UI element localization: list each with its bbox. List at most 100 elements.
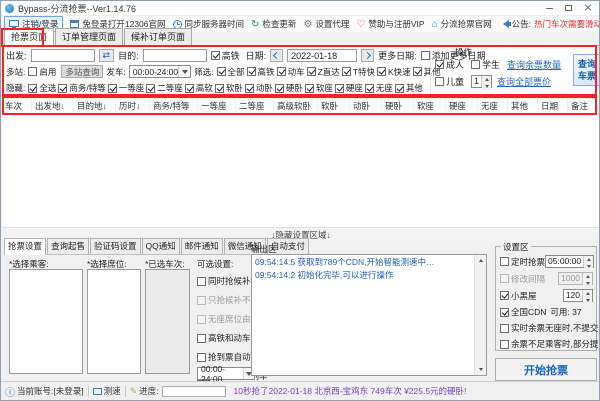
column-header-16[interactable]: 备注	[568, 98, 596, 113]
settings-tab-3[interactable]: QQ通知	[142, 238, 180, 254]
next-date-button[interactable]	[361, 49, 374, 62]
train-type-checkbox-4[interactable]	[342, 67, 351, 76]
cdn-checkbox[interactable]	[500, 308, 509, 317]
minimize-button[interactable]	[540, 1, 559, 15]
column-header-9[interactable]: 动卧	[350, 98, 382, 113]
hide-seat-checkbox-7[interactable]	[275, 84, 284, 93]
close-button[interactable]	[578, 1, 597, 15]
adult-checkbox[interactable]	[435, 60, 444, 69]
optional-setting-checkbox-0[interactable]	[197, 277, 206, 286]
hide-seat-0[interactable]: 全选	[28, 82, 56, 94]
check-update-button[interactable]: ↻ 检查更新	[251, 18, 296, 30]
train-type-checkbox-0[interactable]	[217, 67, 226, 76]
blackroom-spinner[interactable]: 120	[563, 289, 593, 302]
settings-tab-1[interactable]: 查询起售	[47, 238, 89, 254]
student-option[interactable]: 学生	[471, 58, 500, 71]
train-type-checkbox-1[interactable]	[247, 67, 256, 76]
train-type-2[interactable]: 动车	[277, 66, 305, 78]
depart-time-select[interactable]: 00:00-24:00	[129, 65, 191, 78]
student-checkbox[interactable]	[471, 60, 480, 69]
train-type-checkbox-6[interactable]	[413, 67, 422, 76]
train-type-4[interactable]: T特快	[342, 66, 375, 78]
prev-date-button[interactable]	[270, 49, 283, 62]
set-proxy-button[interactable]: ⚙ 设置代理	[303, 18, 349, 30]
hide-seat-2[interactable]: 一等座	[108, 82, 145, 94]
timed-grab-option[interactable]: 定时抢票	[500, 256, 545, 268]
train-type-checkbox-5[interactable]	[377, 67, 386, 76]
column-header-2[interactable]: 目的地↓	[74, 98, 116, 113]
child-option[interactable]: 儿童	[435, 75, 464, 88]
train-type-5[interactable]: K快速	[377, 66, 411, 78]
hide-seat-7[interactable]: 硬卧	[275, 82, 303, 94]
query-remaining-link[interactable]: 查询余票数量	[507, 58, 561, 71]
hide-seat-checkbox-6[interactable]	[245, 84, 254, 93]
page-tab-0[interactable]: 抢票页面	[4, 28, 54, 46]
hide-seat-11[interactable]: 其他	[395, 82, 423, 94]
from-station-input[interactable]	[31, 49, 95, 62]
hide-seat-checkbox-4[interactable]	[185, 84, 194, 93]
hide-seat-10[interactable]: 无座	[365, 82, 393, 94]
query-all-prices-link[interactable]: 查询全部票价	[497, 75, 551, 88]
to-station-input[interactable]	[143, 49, 207, 62]
column-header-3[interactable]: 历时↓	[116, 98, 150, 113]
train-table-body[interactable]	[2, 114, 600, 227]
partial-submit-checkbox[interactable]	[500, 340, 509, 349]
column-header-14[interactable]: 其他	[508, 98, 538, 113]
optional-setting-checkbox-1[interactable]	[197, 296, 206, 305]
partial-submit-option[interactable]: 余票不足乘客时,部分提交	[500, 338, 600, 350]
optional-setting-checkbox-3[interactable]	[197, 334, 206, 343]
interval-spinner[interactable]: 1000	[558, 272, 593, 285]
passengers-listbox[interactable]	[9, 269, 83, 374]
child-count-spinner[interactable]: 1	[471, 75, 492, 88]
speed-test-button[interactable]: 测速	[93, 385, 121, 397]
scroll-up-icon[interactable]	[475, 255, 486, 266]
maximize-button[interactable]	[559, 1, 578, 15]
optional-setting-checkbox-4[interactable]	[197, 353, 206, 362]
hide-seat-6[interactable]: 动卧	[245, 82, 273, 94]
page-tab-2[interactable]: 候补订单页面	[124, 28, 192, 45]
column-header-12[interactable]: 硬座	[446, 98, 478, 113]
hide-seat-checkbox-8[interactable]	[305, 84, 314, 93]
settings-tab-4[interactable]: 邮件通知	[181, 238, 223, 254]
settings-tab-0[interactable]: 抢票设置	[4, 238, 46, 255]
hide-seat-4[interactable]: 高软	[185, 82, 213, 94]
official-site-button[interactable]: ⌂ 分流抢票官网	[432, 18, 492, 30]
child-checkbox[interactable]	[435, 77, 444, 86]
cdn-option[interactable]: 全国CDN	[500, 306, 546, 318]
hide-seat-checkbox-9[interactable]	[335, 84, 344, 93]
hide-seat-5[interactable]: 软卧	[215, 82, 243, 94]
blackroom-option[interactable]: 小黑屋	[500, 290, 537, 302]
hide-seat-checkbox-0[interactable]	[28, 84, 37, 93]
output-scrollbar[interactable]	[474, 255, 486, 375]
page-tab-1[interactable]: 订单管理页面	[55, 28, 123, 45]
spinner-arrows[interactable]	[582, 290, 592, 301]
spinner-arrows[interactable]	[583, 256, 593, 267]
vip-button[interactable]: ♡ 赞助与注册VIP	[356, 18, 424, 30]
hide-seat-8[interactable]: 软座	[305, 82, 333, 94]
hide-seat-checkbox-11[interactable]	[395, 84, 404, 93]
settings-tab-2[interactable]: 验证码设置	[90, 238, 141, 254]
start-grab-button[interactable]: 开始抢票	[495, 358, 597, 381]
train-type-3[interactable]: Z直达	[307, 66, 340, 78]
hide-seat-checkbox-2[interactable]	[108, 84, 117, 93]
interval-checkbox[interactable]	[500, 274, 509, 283]
hide-seat-checkbox-1[interactable]	[58, 84, 67, 93]
hide-seat-checkbox-10[interactable]	[365, 84, 374, 93]
hide-seat-9[interactable]: 硬座	[335, 82, 363, 94]
column-header-0[interactable]: 车次	[2, 98, 32, 113]
scroll-down-icon[interactable]	[475, 364, 486, 375]
column-header-6[interactable]: 二等座	[236, 98, 274, 113]
column-header-15[interactable]: 日期	[538, 98, 568, 113]
hsr-checkbox[interactable]	[211, 51, 220, 60]
optional-setting-checkbox-2[interactable]	[197, 315, 206, 324]
hide-seat-1[interactable]: 商务/特等	[58, 82, 105, 94]
multi-station-query-button[interactable]: 多站查询	[61, 65, 103, 78]
train-type-0[interactable]: 全部	[217, 66, 245, 78]
add-more-dates-checkbox[interactable]	[421, 51, 430, 60]
spinner-arrows[interactable]	[481, 76, 491, 87]
seats-listbox[interactable]	[87, 269, 141, 374]
column-header-1[interactable]: 出发地↓	[32, 98, 74, 113]
column-header-13[interactable]: 无座	[478, 98, 508, 113]
hide-seat-checkbox-5[interactable]	[215, 84, 224, 93]
swap-stations-button[interactable]: ⇄	[99, 49, 115, 62]
